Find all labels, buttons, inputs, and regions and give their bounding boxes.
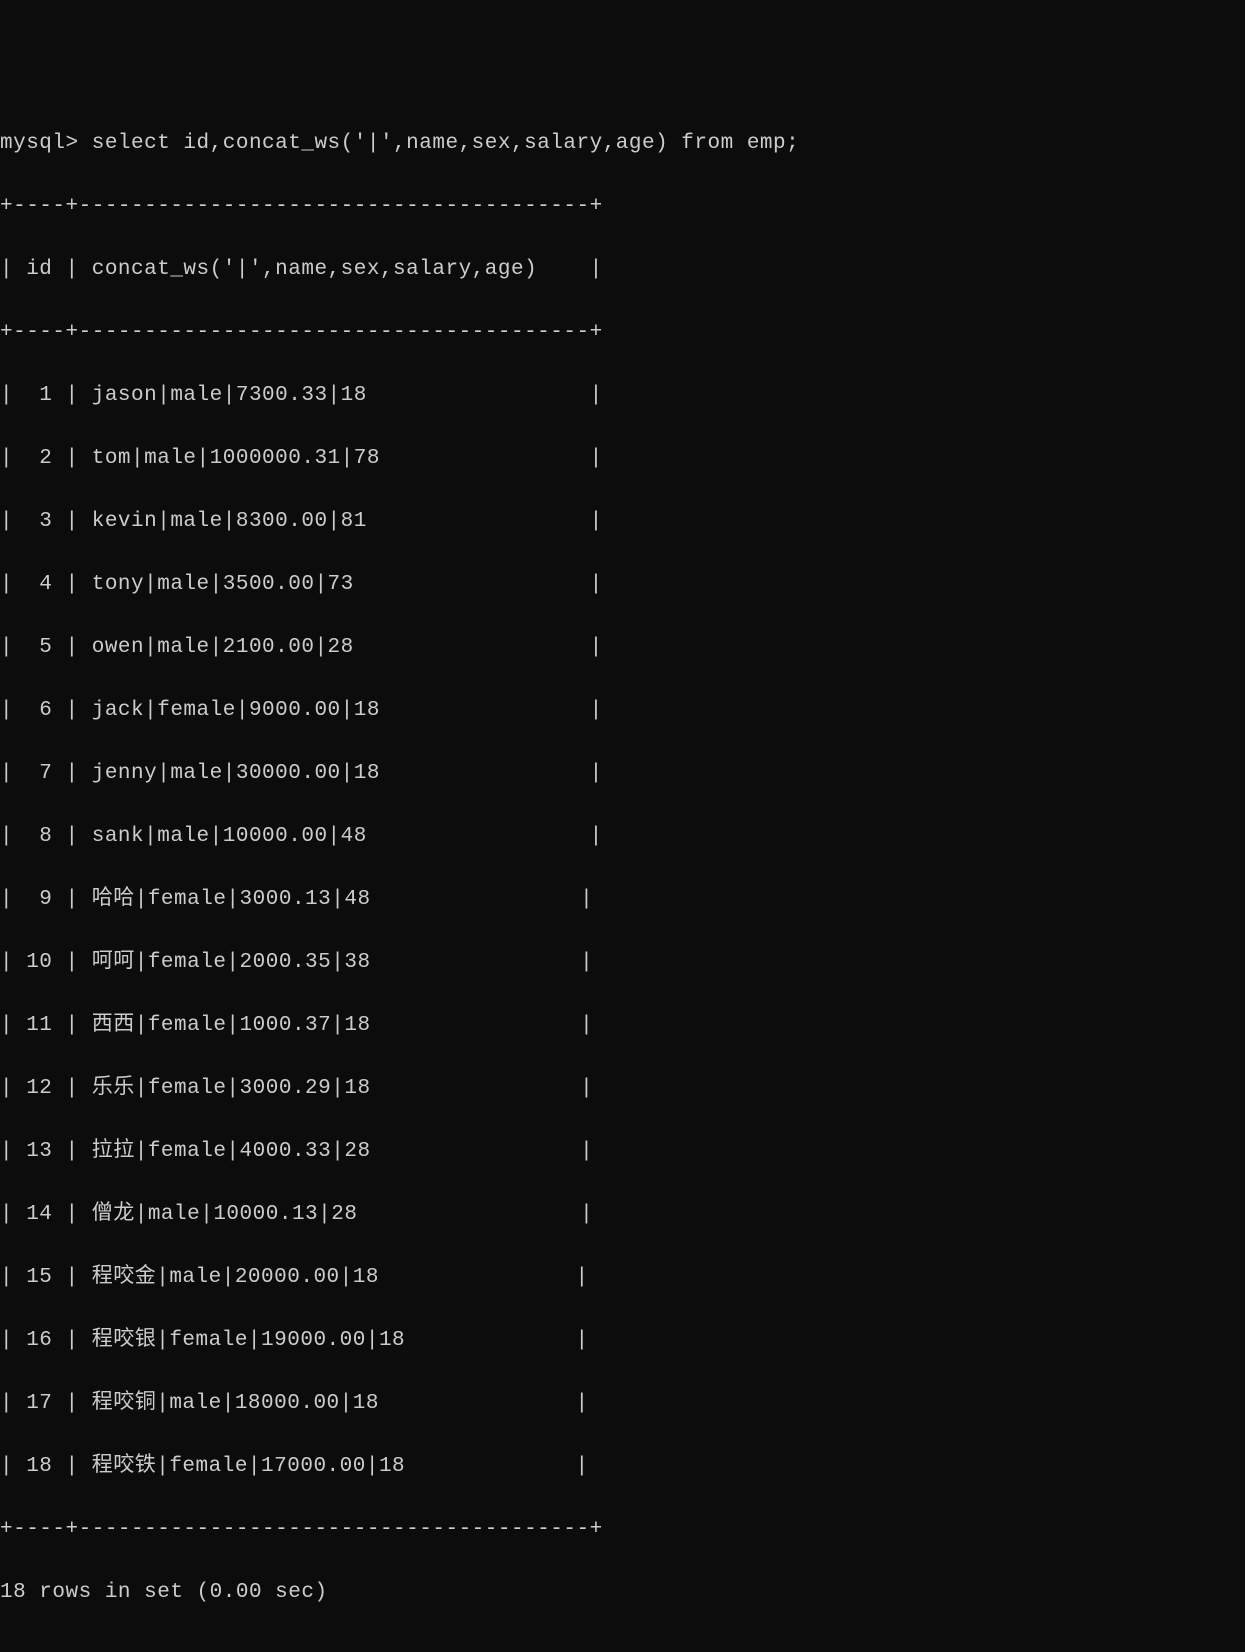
table-row: | 18 | 程咬铁|female|17000.00|18 | [0,1451,1245,1483]
query-line: mysql> select id,concat_ws('|',name,sex,… [0,128,1245,160]
table-border-mid: +----+----------------------------------… [0,317,1245,349]
mysql-prompt: mysql> [0,132,92,155]
table-row: | 14 | 僧龙|male|10000.13|28 | [0,1199,1245,1231]
table-row: | 11 | 西西|female|1000.37|18 | [0,1010,1245,1042]
table-row: | 13 | 拉拉|female|4000.33|28 | [0,1136,1245,1168]
table-row: | 17 | 程咬铜|male|18000.00|18 | [0,1388,1245,1420]
table-row: | 1 | jason|male|7300.33|18 | [0,380,1245,412]
result-footer: 18 rows in set (0.00 sec) [0,1577,1245,1609]
table-row: | 9 | 哈哈|female|3000.13|48 | [0,884,1245,916]
table-row: | 4 | tony|male|3500.00|73 | [0,569,1245,601]
table-row: | 6 | jack|female|9000.00|18 | [0,695,1245,727]
table-border-bottom: +----+----------------------------------… [0,1514,1245,1546]
table-row: | 7 | jenny|male|30000.00|18 | [0,758,1245,790]
table-row: | 10 | 呵呵|female|2000.35|38 | [0,947,1245,979]
table-border-top: +----+----------------------------------… [0,191,1245,223]
table-row: | 15 | 程咬金|male|20000.00|18 | [0,1262,1245,1294]
table-row: | 3 | kevin|male|8300.00|81 | [0,506,1245,538]
table-header: | id | concat_ws('|',name,sex,salary,age… [0,254,1245,286]
table-row: | 2 | tom|male|1000000.31|78 | [0,443,1245,475]
table-row: | 12 | 乐乐|female|3000.29|18 | [0,1073,1245,1105]
table-row: | 16 | 程咬银|female|19000.00|18 | [0,1325,1245,1357]
table-row: | 5 | owen|male|2100.00|28 | [0,632,1245,664]
sql-query: select id,concat_ws('|',name,sex,salary,… [92,132,800,155]
